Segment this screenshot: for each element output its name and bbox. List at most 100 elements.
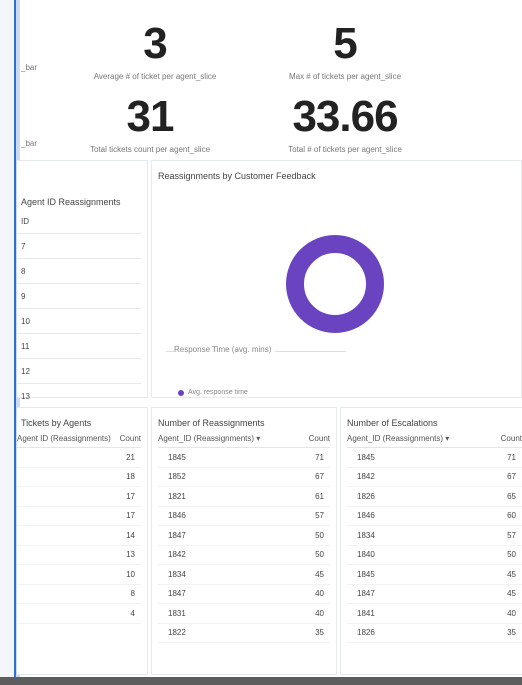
list-item[interactable]: 12 xyxy=(17,359,141,384)
kpi-label: Total tickets count per agent_slice xyxy=(89,145,211,154)
cell: 1842 xyxy=(357,472,375,482)
cell: 17 xyxy=(126,511,135,521)
column-header[interactable]: Agent_ID (Reassignments) ▾ xyxy=(347,434,449,443)
cell: 1847 xyxy=(357,589,375,599)
table-row[interactable]: 14 xyxy=(17,526,141,546)
table-row[interactable]: 1846 60 xyxy=(347,507,522,526)
donut-chart[interactable] xyxy=(280,229,390,339)
cell: 1847 xyxy=(168,530,186,540)
table-panel-reassignments: Number of Reassignments Agent_ID (Reassi… xyxy=(151,407,337,675)
cell: 1846 xyxy=(357,511,375,521)
column-header[interactable]: Count xyxy=(120,434,141,443)
cell: 50 xyxy=(315,530,324,540)
cell: 1845 xyxy=(168,452,186,462)
cell: 1846 xyxy=(168,511,186,521)
table-row[interactable]: 1841 40 xyxy=(347,604,522,624)
cell: 1834 xyxy=(168,569,186,579)
list-item[interactable]: 10 xyxy=(17,309,141,334)
cell: 71 xyxy=(315,452,324,462)
table-row[interactable]: 17 xyxy=(17,507,141,526)
cell: 1840 xyxy=(357,550,375,560)
cell: 40 xyxy=(315,608,324,618)
table-row[interactable]: 1847 50 xyxy=(158,526,330,546)
cell: 40 xyxy=(507,608,516,618)
table-row[interactable]: 1845 71 xyxy=(158,448,330,468)
table-row[interactable]: 1826 35 xyxy=(347,624,522,643)
cell: 61 xyxy=(315,491,324,501)
table-row[interactable]: 21 xyxy=(17,448,141,468)
cell: 60 xyxy=(507,511,516,521)
column-header[interactable]: Agent ID (Reassignments) xyxy=(17,434,111,443)
cell: 71 xyxy=(507,452,516,462)
column-header[interactable]: Agent_ID (Reassignments) ▾ xyxy=(158,434,260,443)
left-list-panel: Agent ID Reassignments ID 7 8 9 10 11 12… xyxy=(17,160,148,409)
cell: 21 xyxy=(126,452,135,462)
table-header: Agent_ID (Reassignments) ▾ Count xyxy=(347,434,522,448)
table-row[interactable]: 1831 40 xyxy=(158,604,330,624)
kpi-value: 33.66 xyxy=(292,92,398,141)
table-panel-escalations: Number of Escalations Agent_ID (Reassign… xyxy=(340,407,522,675)
data-table: Agent ID (Reassignments) Count 21 18 17 … xyxy=(17,434,141,624)
table-row[interactable]: 1847 45 xyxy=(347,585,522,604)
list-item[interactable]: 9 xyxy=(17,284,141,309)
kpi-label: Max # of tickets per agent_slice xyxy=(288,72,402,81)
cell: 18 xyxy=(126,472,135,482)
list-item[interactable]: ID xyxy=(17,209,141,234)
cell: 1834 xyxy=(357,530,375,540)
cell: 14 xyxy=(126,530,135,540)
kpi-value: 3 xyxy=(143,19,167,68)
kpi-max-tickets: 5 Max # of tickets per agent_slice xyxy=(250,22,440,82)
table-row[interactable]: 4 xyxy=(17,604,141,624)
list-item[interactable]: 8 xyxy=(17,259,141,284)
kpi-side-label: _bar xyxy=(21,63,38,72)
donut-ring[interactable] xyxy=(286,235,384,333)
cell: 1852 xyxy=(168,472,186,482)
legend-label: Avg. response time xyxy=(188,389,248,396)
panel-title: Tickets by Agents xyxy=(21,418,92,428)
kpi-total-tickets: 31 Total tickets count per agent_slice xyxy=(55,95,245,155)
table-row[interactable]: 1845 71 xyxy=(347,448,522,468)
cell: 67 xyxy=(315,472,324,482)
kpi-avg-tickets: 3 Average # of ticket per agent_slice xyxy=(60,19,250,82)
table-row[interactable]: 1840 50 xyxy=(347,546,522,565)
data-table: Agent_ID (Reassignments) ▾ Count 1845 71 … xyxy=(347,434,522,643)
cell: 65 xyxy=(507,491,516,501)
table-row[interactable]: 13 xyxy=(17,546,141,565)
axis-label: Response Time (avg. mins) xyxy=(174,345,276,354)
column-header[interactable]: Count xyxy=(309,434,330,443)
table-row[interactable]: 1852 67 xyxy=(158,468,330,487)
kpi-label: Average # of ticket per agent_slice xyxy=(93,72,217,81)
table-row[interactable]: 8 xyxy=(17,585,141,604)
panel-title: Number of Escalations xyxy=(347,418,438,428)
cell: 57 xyxy=(315,511,324,521)
table-row[interactable]: 1821 61 xyxy=(158,487,330,507)
table-row[interactable]: 1845 45 xyxy=(347,565,522,585)
cell: 45 xyxy=(507,589,516,599)
table-row[interactable]: 1842 50 xyxy=(158,546,330,565)
cell: 1845 xyxy=(357,569,375,579)
list-item[interactable]: 11 xyxy=(17,334,141,359)
left-list: ID 7 8 9 10 11 12 13 xyxy=(17,209,141,409)
table-row[interactable]: 17 xyxy=(17,487,141,507)
list-item[interactable]: 7 xyxy=(17,234,141,259)
panel-title: Reassignments by Customer Feedback xyxy=(158,171,316,181)
cell: 50 xyxy=(315,550,324,560)
table-row[interactable]: 1834 57 xyxy=(347,526,522,546)
table-row[interactable]: 1834 45 xyxy=(158,565,330,585)
table-row[interactable]: 10 xyxy=(17,565,141,585)
panel-title: Number of Reassignments xyxy=(158,418,265,428)
table-row[interactable]: 1847 40 xyxy=(158,585,330,604)
list-item[interactable]: 13 xyxy=(17,384,141,409)
cell: 4 xyxy=(130,608,135,618)
cell: 57 xyxy=(507,530,516,540)
table-row[interactable]: 1846 57 xyxy=(158,507,330,526)
cell: 45 xyxy=(315,569,324,579)
legend-swatch-icon xyxy=(178,389,184,396)
table-row[interactable]: 18 xyxy=(17,468,141,487)
table-row[interactable]: 1826 65 xyxy=(347,487,522,507)
table-row[interactable]: 1822 35 xyxy=(158,624,330,643)
donut-panel: Reassignments by Customer Feedback Respo… xyxy=(151,160,522,398)
cell: 1831 xyxy=(168,608,186,618)
column-header[interactable]: Count xyxy=(501,434,522,443)
table-row[interactable]: 1842 67 xyxy=(347,468,522,487)
